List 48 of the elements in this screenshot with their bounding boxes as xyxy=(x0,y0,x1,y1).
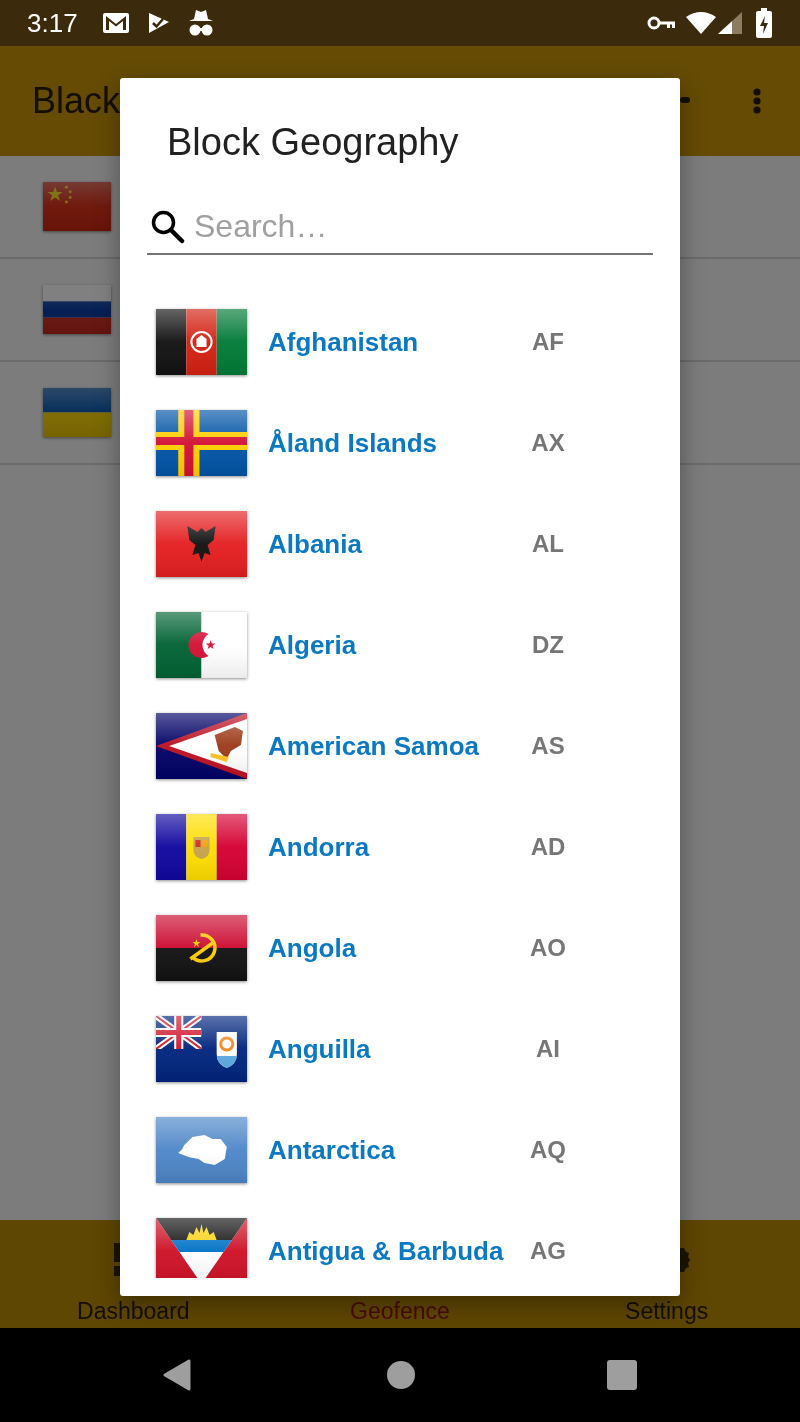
flag-icon xyxy=(156,1015,247,1082)
country-code: AX xyxy=(530,427,566,458)
country-code: AD xyxy=(529,831,567,862)
country-code: AF xyxy=(531,326,565,357)
dashboard-icon[interactable] xyxy=(114,1243,120,1276)
gear-icon[interactable] xyxy=(680,1246,690,1274)
flag-icon xyxy=(156,813,247,880)
app-title: Black xyxy=(31,80,121,122)
flag-icon xyxy=(156,510,247,577)
dialog-title: Block Geography xyxy=(167,121,459,163)
flag-icon xyxy=(156,409,247,476)
back-icon[interactable] xyxy=(163,1359,191,1391)
flag-icon xyxy=(156,1217,247,1278)
country-name[interactable]: Andorra xyxy=(268,830,518,863)
flag-icon xyxy=(43,388,111,437)
signal-icon xyxy=(718,12,742,34)
country-name[interactable]: Albania xyxy=(268,527,518,560)
country-code: AI xyxy=(535,1033,561,1064)
flag-icon xyxy=(156,712,247,779)
mail-icon xyxy=(102,13,129,33)
country-code: AQ xyxy=(529,1134,567,1165)
country-name[interactable]: Algeria xyxy=(268,628,518,661)
country-name[interactable]: American Samoa xyxy=(268,729,518,762)
country-name[interactable]: Antigua & Barbuda xyxy=(268,1234,518,1267)
country-name[interactable]: Anguilla xyxy=(268,1032,518,1065)
overflow-menu-icon[interactable] xyxy=(753,88,761,114)
flag-icon xyxy=(156,1116,247,1183)
flag-icon xyxy=(43,182,111,231)
home-icon[interactable] xyxy=(387,1361,415,1389)
country-code: AL xyxy=(531,528,565,559)
flag-icon xyxy=(156,611,247,678)
dash-icon xyxy=(680,97,690,103)
flag-icon xyxy=(156,308,247,375)
search-field[interactable]: Search… xyxy=(194,206,653,246)
wifi-icon xyxy=(686,12,716,34)
country-name[interactable]: Angola xyxy=(268,931,518,964)
search-icon xyxy=(150,208,185,244)
country-code: AO xyxy=(529,932,567,963)
battery-charging-icon xyxy=(756,8,772,38)
key-icon xyxy=(647,16,675,30)
country-name[interactable]: Afghanistan xyxy=(268,325,518,358)
country-code: DZ xyxy=(531,629,565,660)
check-flag-icon xyxy=(146,11,171,35)
country-name[interactable]: Åland Islands xyxy=(268,426,518,459)
country-code: AG xyxy=(529,1235,567,1266)
country-name[interactable]: Antarctica xyxy=(268,1133,518,1166)
status-time: 3:17 xyxy=(27,8,78,38)
country-code: AS xyxy=(530,730,566,761)
